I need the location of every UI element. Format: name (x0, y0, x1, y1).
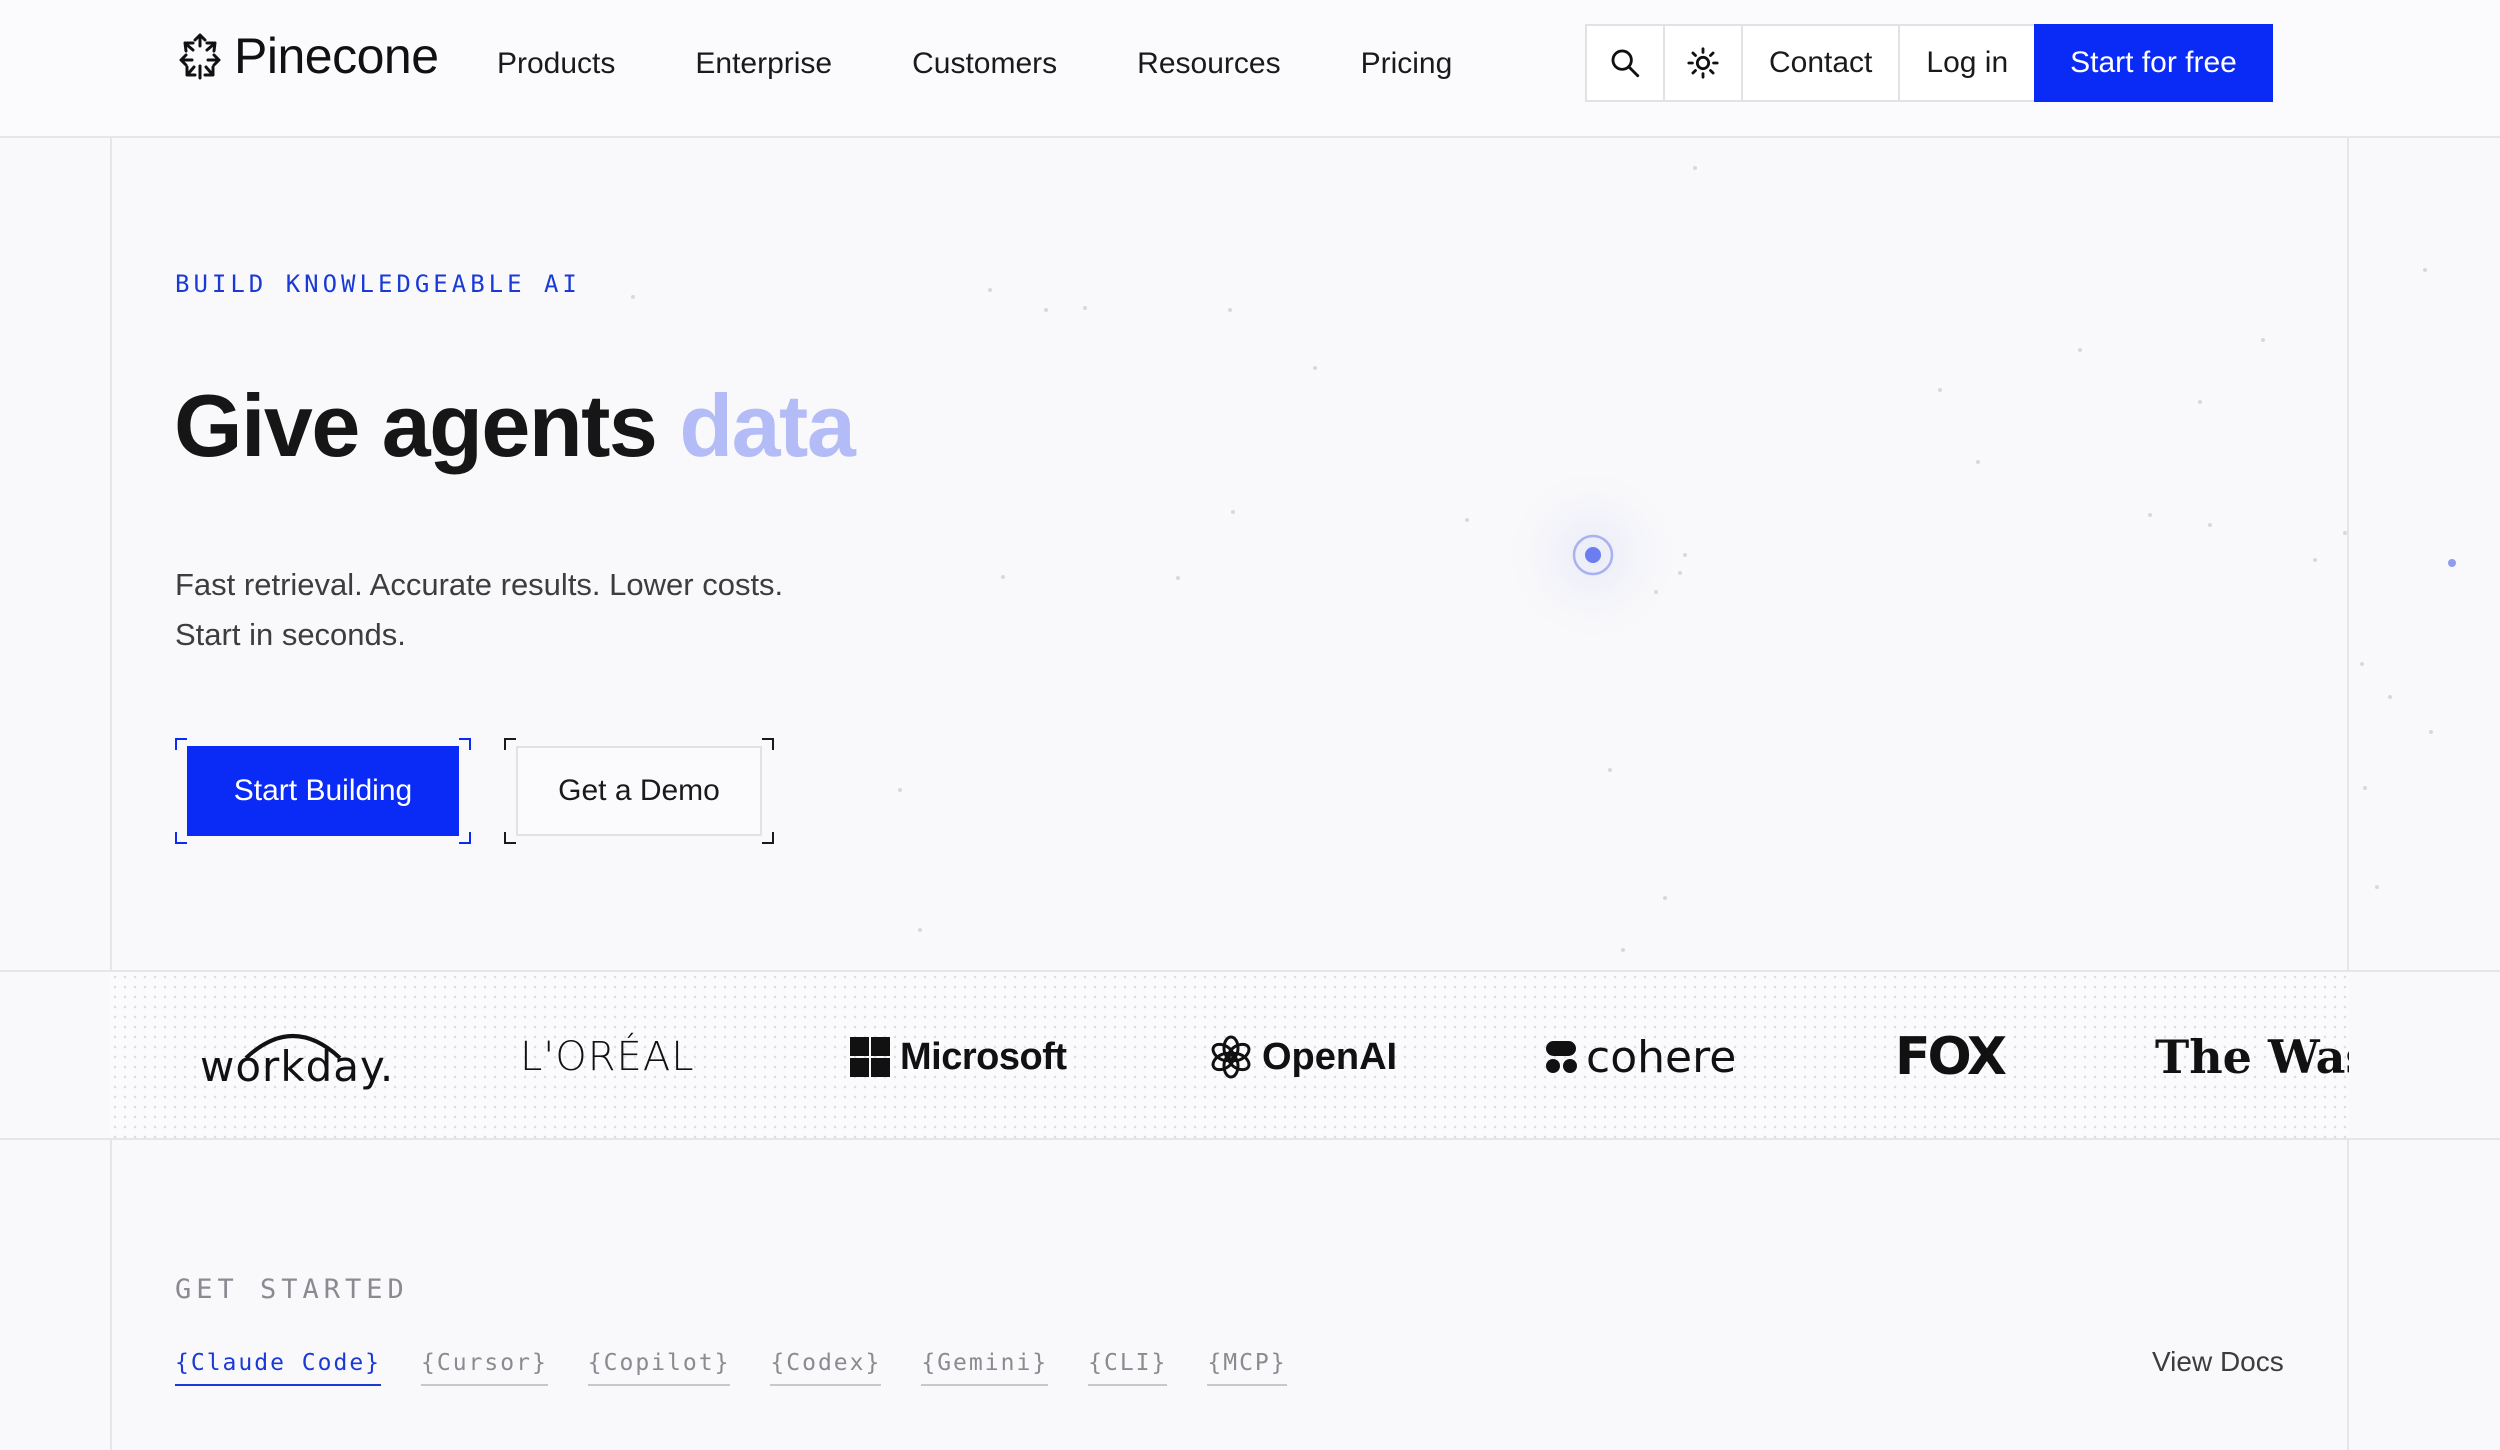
decorative-dot-field (631, 166, 2456, 952)
tab-copilot[interactable]: {Copilot} (587, 1350, 731, 1386)
tab-cursor[interactable]: {Cursor} (421, 1350, 548, 1386)
start-building-button[interactable]: Start Building (187, 746, 459, 836)
site-header: Pinecone Products Enterprise Customers R… (0, 0, 2500, 138)
login-button[interactable]: Log in (1898, 24, 2035, 102)
logo-wordmark: Pinecone (234, 28, 439, 84)
microsoft-wordmark: Microsoft (900, 1035, 1067, 1078)
hero-title: Give agents data (174, 375, 856, 477)
cohere-blob-icon (1546, 1041, 1577, 1073)
hero-title-main: Give agents (174, 376, 658, 475)
fox-logo: FOX (1895, 972, 2007, 1138)
microsoft-logo: Microsoft (850, 972, 1067, 1138)
get-started-tabs: {Claude Code} {Cursor} {Copilot} {Codex}… (175, 1350, 1327, 1386)
start-for-free-button[interactable]: Start for free (2034, 24, 2273, 102)
cohere-wordmark: cohere (1586, 1031, 1737, 1083)
nav-enterprise[interactable]: Enterprise (695, 40, 832, 88)
search-button[interactable] (1585, 24, 1663, 102)
hero-subtitle-line-2: Start in seconds. (175, 617, 406, 652)
tab-cli[interactable]: {CLI} (1088, 1350, 1168, 1386)
sun-icon (1687, 47, 1719, 79)
workday-arc-icon (244, 1034, 342, 1060)
nav-customers[interactable]: Customers (912, 40, 1057, 88)
openai-logo: OpenAI (1208, 972, 1398, 1138)
get-started-label: GET STARTED (175, 1274, 409, 1305)
tab-mcp[interactable]: {MCP} (1207, 1350, 1287, 1386)
nav-resources[interactable]: Resources (1137, 40, 1280, 88)
washington-post-wordmark: The Washi (2155, 1030, 2349, 1084)
hero-subtitle-line-1: Fast retrieval. Accurate results. Lower … (175, 567, 784, 602)
cohere-logo: cohere (1544, 972, 1737, 1138)
openai-knot-icon (1211, 1035, 1251, 1079)
loreal-logo: L'ORÉAL (520, 972, 695, 1138)
get-a-demo-button[interactable]: Get a Demo (516, 746, 762, 836)
view-docs-link[interactable]: View Docs (2152, 1346, 2284, 1378)
hero-eyebrow: BUILD KNOWLEDGEABLE AI (175, 270, 581, 298)
openai-wordmark: OpenAI (1262, 1035, 1398, 1078)
contact-button[interactable]: Contact (1741, 24, 1899, 102)
workday-logo: workday. (200, 972, 394, 1138)
loreal-wordmark: L'ORÉAL (520, 1034, 695, 1080)
tab-gemini[interactable]: {Gemini} (921, 1350, 1049, 1386)
theme-toggle-button[interactable] (1663, 24, 1741, 102)
start-building-wrapper: Start Building (175, 738, 471, 844)
nav-products[interactable]: Products (497, 40, 615, 88)
washington-post-logo: The Washi (2155, 972, 2349, 1138)
nav-pricing[interactable]: Pricing (1361, 40, 1453, 88)
fox-wordmark: FOX (1895, 1027, 2007, 1087)
search-icon (1611, 49, 1640, 78)
main-nav: Products Enterprise Customers Resources … (497, 40, 1532, 88)
pinecone-logo[interactable]: Pinecone (176, 28, 439, 84)
tab-claude-code[interactable]: {Claude Code} (175, 1350, 382, 1386)
pinecone-logo-icon (179, 33, 221, 80)
get-demo-wrapper: Get a Demo (504, 738, 774, 844)
hero-title-accent: data (679, 376, 855, 475)
tab-codex[interactable]: {Codex} (770, 1350, 882, 1386)
hero-subtitle: Fast retrieval. Accurate results. Lower … (175, 560, 935, 660)
header-actions: Contact Log in Start for free (1585, 24, 2273, 102)
microsoft-squares-icon (850, 1037, 890, 1077)
customer-logo-strip: workday. L'ORÉAL Microsoft OpenAI cohere… (110, 970, 2349, 1140)
left-rail-line (110, 0, 112, 1450)
